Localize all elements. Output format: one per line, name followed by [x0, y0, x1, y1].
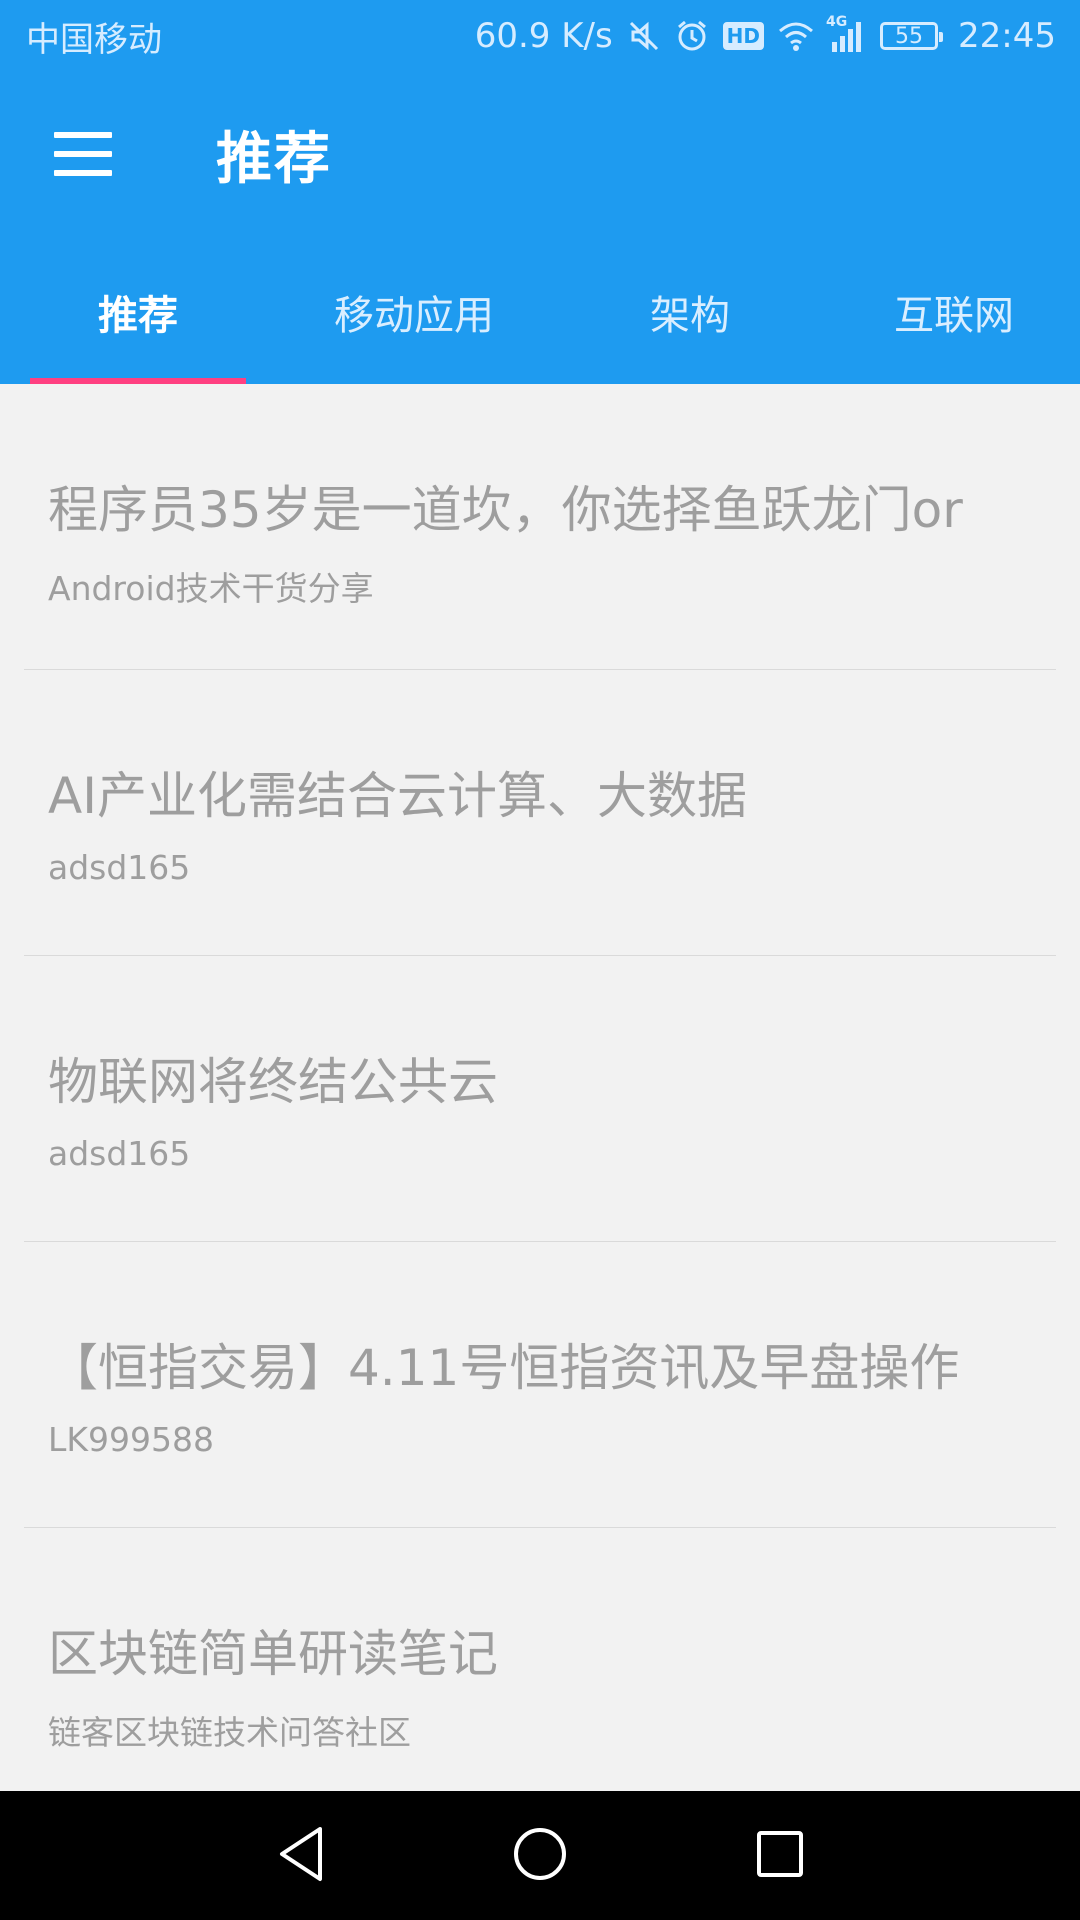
article-author: adsd165: [48, 1134, 191, 1173]
article-author: LK999588: [48, 1420, 214, 1459]
list-item[interactable]: 程序员35岁是一道坎，你选择鱼跃龙门or Android技术干货分享: [24, 384, 1056, 670]
category-tabs: 推荐 移动应用 架构 互联网: [0, 240, 1080, 384]
list-item[interactable]: 区块链简单研读笔记 链客区块链技术问答社区: [24, 1528, 1056, 1814]
alarm-icon: [675, 19, 709, 53]
tab-recommended[interactable]: 推荐: [0, 240, 276, 384]
clock: 22:45: [958, 16, 1056, 56]
article-title: AI产业化需结合云计算、大数据: [48, 767, 747, 825]
mute-icon: [627, 19, 661, 53]
article-title: 【恒指交易】4.11号恒指资讯及早盘操作: [48, 1339, 960, 1397]
menu-icon-line: [54, 132, 112, 138]
menu-icon-line: [54, 170, 112, 176]
wifi-icon: [778, 20, 814, 52]
tab-architecture[interactable]: 架构: [552, 240, 828, 384]
article-list: 程序员35岁是一道坎，你选择鱼跃龙门or Android技术干货分享 AI产业化…: [0, 384, 1080, 1814]
home-icon[interactable]: [507, 1821, 573, 1887]
status-icons: 60.9 K/s HD 4G 55 22:45: [474, 14, 1056, 56]
network-type-label: 4G: [826, 14, 848, 30]
tab-label: 互联网: [894, 293, 1014, 339]
article-author: 链客区块链技术问答社区: [48, 1713, 411, 1752]
status-bar: 中国移动 60.9 K/s HD 4G 55 22:45: [0, 0, 1080, 72]
list-item[interactable]: 物联网将终结公共云 adsd165: [24, 956, 1056, 1242]
back-icon[interactable]: [268, 1821, 334, 1887]
menu-icon[interactable]: [54, 132, 112, 176]
menu-icon-line: [54, 151, 112, 157]
hd-icon: HD: [722, 22, 765, 50]
article-title: 程序员35岁是一道坎，你选择鱼跃龙门or: [48, 481, 963, 539]
battery-icon: 55: [880, 22, 944, 50]
tab-label: 推荐: [98, 293, 178, 339]
tab-mobile-apps[interactable]: 移动应用: [276, 240, 552, 384]
recents-icon[interactable]: [747, 1821, 813, 1887]
tab-internet[interactable]: 互联网: [828, 240, 1080, 384]
article-author: adsd165: [48, 848, 191, 887]
system-nav-bar: [0, 1791, 1080, 1920]
list-item[interactable]: AI产业化需结合云计算、大数据 adsd165: [24, 670, 1056, 956]
list-item[interactable]: 【恒指交易】4.11号恒指资讯及早盘操作 LK999588: [24, 1242, 1056, 1528]
tab-label: 架构: [650, 293, 730, 339]
article-title: 区块链简单研读笔记: [48, 1625, 498, 1683]
page-title: 推荐: [216, 127, 332, 192]
net-speed: 60.9 K/s: [474, 16, 613, 56]
carrier-label: 中国移动: [26, 19, 162, 60]
tab-label: 移动应用: [334, 293, 494, 339]
signal-icon: 4G: [826, 14, 866, 52]
article-title: 物联网将终结公共云: [48, 1053, 498, 1111]
article-author: Android技术干货分享: [48, 569, 374, 608]
app-toolbar: 推荐: [0, 72, 1080, 240]
